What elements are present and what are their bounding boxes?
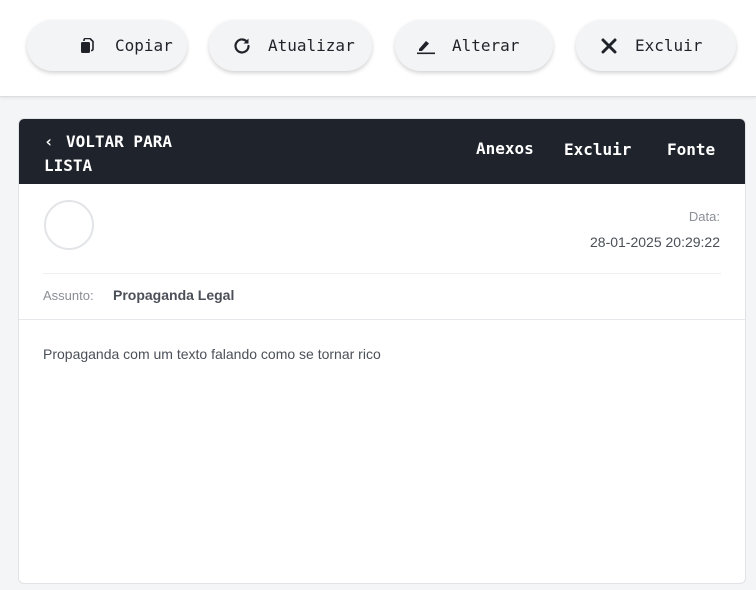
edit-icon: [416, 36, 436, 56]
copy-button[interactable]: Copiar: [27, 20, 187, 71]
edit-label: Alterar: [452, 36, 520, 55]
source-link[interactable]: Fonte: [667, 140, 715, 159]
chevron-left-icon: ‹: [44, 132, 54, 151]
copy-icon: [77, 36, 97, 56]
copy-label: Copiar: [115, 36, 173, 55]
delete-label: Excluir: [635, 36, 703, 55]
date-label: Data:: [688, 209, 720, 224]
attachments-link[interactable]: Anexos: [476, 139, 534, 158]
subject-label: Assunto:: [43, 288, 94, 303]
toolbar: Copiar Atualizar Alterar Excluir: [0, 0, 756, 97]
edit-button[interactable]: Alterar: [395, 20, 553, 71]
message-header: ‹ VOLTAR PARA LISTA Anexos Excluir Fonte: [19, 119, 745, 184]
delete-message-link[interactable]: Excluir: [564, 140, 631, 159]
close-icon: [599, 36, 619, 56]
refresh-button[interactable]: Atualizar: [209, 20, 372, 71]
back-to-list-link[interactable]: ‹ VOLTAR PARA LISTA: [44, 130, 224, 178]
message-body: Propaganda com um texto falando como se …: [43, 346, 381, 362]
refresh-icon: [232, 36, 252, 56]
date-value: 28-01-2025 20:29:22: [590, 234, 720, 250]
delete-button[interactable]: Excluir: [576, 20, 736, 71]
refresh-label: Atualizar: [268, 36, 355, 55]
divider: [19, 319, 745, 320]
message-card: ‹ VOLTAR PARA LISTA Anexos Excluir Fonte …: [18, 118, 746, 584]
subject-value: Propaganda Legal: [113, 287, 235, 303]
divider: [43, 273, 721, 274]
avatar: [44, 200, 94, 250]
